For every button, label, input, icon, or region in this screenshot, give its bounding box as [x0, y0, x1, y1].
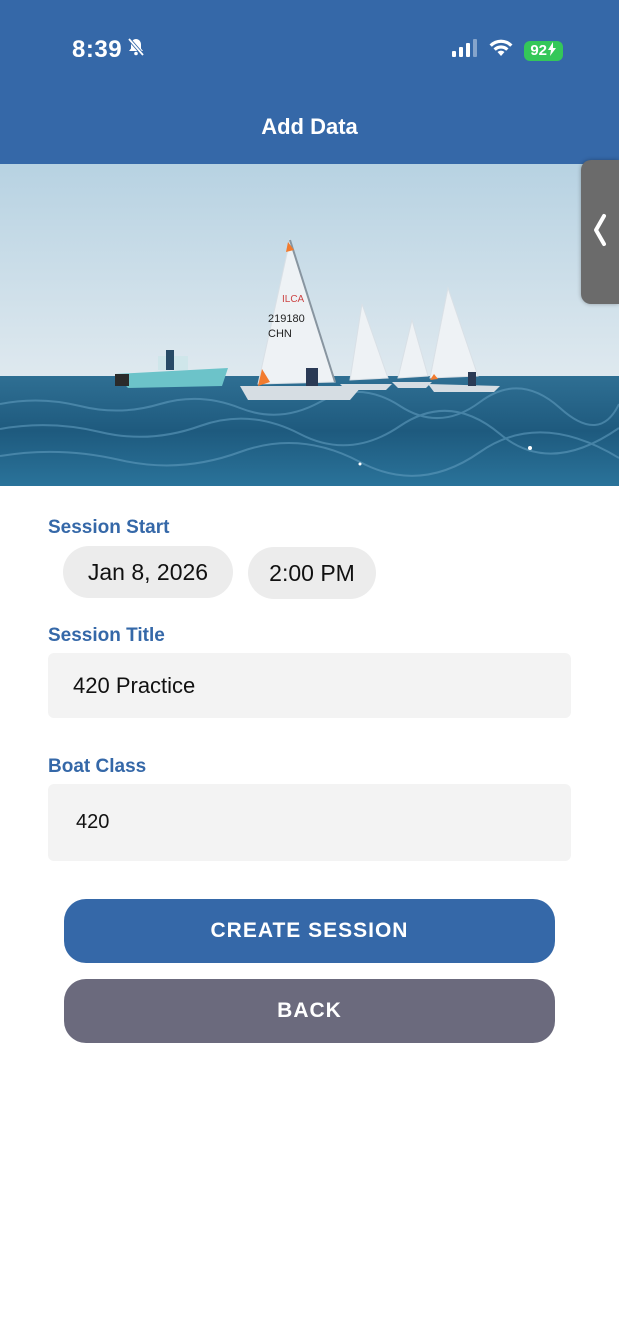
bell-slash-icon — [126, 36, 146, 64]
side-drawer-tab[interactable] — [581, 160, 619, 304]
signal-icon — [452, 39, 478, 62]
status-icons: 92 — [452, 38, 563, 63]
charging-bolt-icon — [547, 41, 557, 60]
date-picker[interactable]: Jan 8, 2026 — [63, 546, 233, 598]
time-picker[interactable]: 2:00 PM — [248, 547, 376, 599]
page-title: Add Data — [261, 114, 358, 139]
sail-number-class: ILCA — [282, 294, 305, 305]
sail-country: CHN — [268, 328, 292, 340]
boat-class-input[interactable]: 420 — [48, 784, 571, 861]
app-header: 8:39 92 Add Data — [0, 0, 619, 164]
create-session-button[interactable]: CREATE SESSION — [64, 899, 555, 963]
back-button[interactable]: BACK — [64, 979, 555, 1043]
session-title-input[interactable]: 420 Practice — [48, 653, 571, 718]
sailing-hero-image: ILCA 219180 CHN — [0, 164, 619, 486]
status-time: 8:39 — [72, 36, 146, 64]
battery-level: 92 — [530, 42, 547, 59]
boat-class-label: Boat Class — [48, 756, 147, 777]
battery-indicator: 92 — [524, 40, 563, 61]
status-time-text: 8:39 — [72, 36, 123, 63]
sail-number: 219180 — [268, 313, 305, 325]
session-start-label: Session Start — [48, 517, 170, 538]
wifi-icon — [488, 38, 514, 63]
chevron-left-icon — [592, 212, 608, 253]
session-title-label: Session Title — [48, 625, 165, 646]
